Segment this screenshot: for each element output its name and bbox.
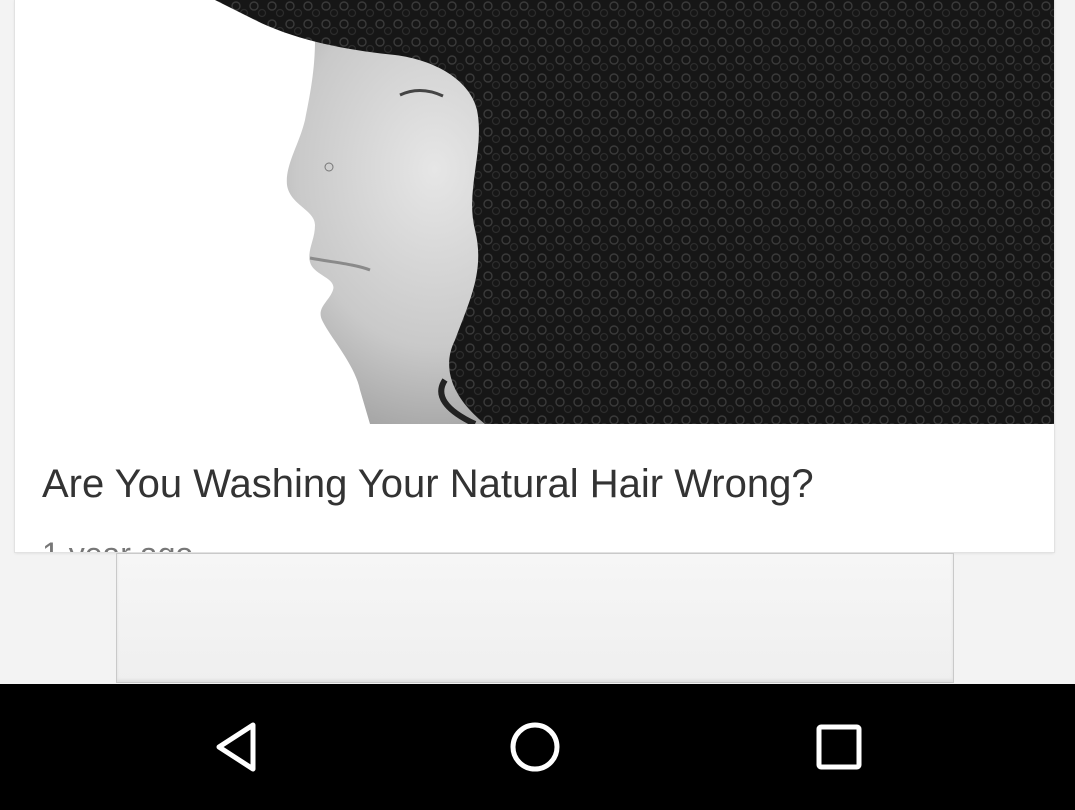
recents-square-icon xyxy=(816,724,862,770)
recents-button[interactable] xyxy=(789,707,889,787)
back-triangle-icon xyxy=(216,722,256,772)
back-button[interactable] xyxy=(185,707,285,787)
article-card[interactable]: Are You Washing Your Natural Hair Wrong?… xyxy=(15,0,1054,552)
system-navigation-bar xyxy=(0,684,1075,810)
portrait-photo xyxy=(15,0,1054,424)
home-circle-icon xyxy=(510,722,560,772)
article-image[interactable] xyxy=(15,0,1054,424)
article-title[interactable]: Are You Washing Your Natural Hair Wrong? xyxy=(42,462,814,507)
article-timestamp: 1 year ago xyxy=(42,538,193,552)
ad-banner[interactable] xyxy=(116,553,954,683)
home-button[interactable] xyxy=(485,707,585,787)
